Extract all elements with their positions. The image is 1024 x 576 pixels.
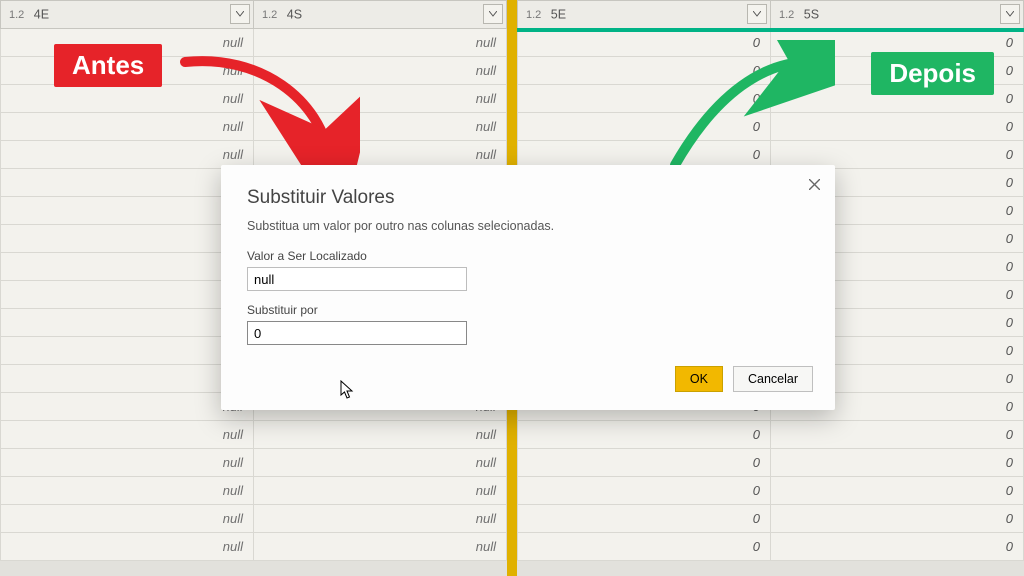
cell-value[interactable]: 0	[518, 85, 771, 113]
column-dropdown-button[interactable]	[1000, 4, 1020, 24]
cell-value[interactable]: 0	[771, 505, 1024, 533]
ok-button[interactable]: OK	[675, 366, 723, 392]
dialog-button-row: OK Cancelar	[675, 366, 813, 392]
cell-value[interactable]: 0	[518, 421, 771, 449]
cell-value[interactable]: null	[254, 477, 507, 505]
cell-value[interactable]: null	[254, 113, 507, 141]
column-header-5s[interactable]: 1.2 5S	[771, 1, 1024, 29]
after-label-badge: Depois	[871, 52, 994, 95]
column-dropdown-button[interactable]	[747, 4, 767, 24]
cell-value[interactable]: 0	[771, 421, 1024, 449]
cell-value[interactable]: null	[1, 477, 254, 505]
chevron-down-icon	[753, 11, 761, 17]
cell-value[interactable]: 0	[518, 57, 771, 85]
datatype-label: 1.2	[254, 9, 283, 21]
table-row[interactable]: nullnull	[1, 85, 507, 113]
find-label: Valor a Ser Localizado	[247, 249, 809, 263]
cell-value[interactable]: null	[1, 365, 254, 393]
find-input[interactable]	[247, 267, 467, 291]
cell-value[interactable]: 0	[518, 29, 771, 57]
table-row[interactable]: 00	[518, 477, 1024, 505]
dialog-close-button[interactable]	[803, 173, 825, 195]
cell-value[interactable]: null	[1, 505, 254, 533]
replace-values-dialog: Substituir Valores Substitua um valor po…	[221, 165, 835, 410]
dialog-subtitle: Substitua um valor por outro nas colunas…	[247, 219, 809, 233]
cell-value[interactable]: null	[1, 225, 254, 253]
column-name: 5S	[804, 8, 819, 22]
cell-value[interactable]: null	[1, 533, 254, 561]
close-icon	[809, 179, 820, 190]
cell-value[interactable]: null	[254, 421, 507, 449]
table-row[interactable]: nullnull	[1, 449, 507, 477]
cell-value[interactable]: 0	[518, 449, 771, 477]
cell-value[interactable]: null	[254, 57, 507, 85]
before-label-badge: Antes	[54, 44, 162, 87]
table-row[interactable]: 00	[518, 533, 1024, 561]
table-header-row: 1.2 4E 1.2 4S	[1, 1, 507, 29]
cell-value[interactable]: null	[1, 253, 254, 281]
cell-value[interactable]: 0	[771, 449, 1024, 477]
dialog-title: Substituir Valores	[247, 187, 809, 209]
mouse-cursor-icon	[340, 380, 356, 400]
replace-input[interactable]	[247, 321, 467, 345]
cell-value[interactable]: null	[254, 29, 507, 57]
cell-value[interactable]: null	[1, 309, 254, 337]
column-dropdown-button[interactable]	[230, 4, 250, 24]
chevron-down-icon	[236, 11, 244, 17]
cell-value[interactable]: 0	[771, 477, 1024, 505]
cell-value[interactable]: null	[254, 533, 507, 561]
column-header-4e[interactable]: 1.2 4E	[1, 1, 254, 29]
table-header-row: 1.2 5E 1.2 5S	[518, 1, 1024, 29]
column-dropdown-button[interactable]	[483, 4, 503, 24]
table-row[interactable]: 00	[518, 421, 1024, 449]
cell-value[interactable]: null	[1, 421, 254, 449]
selection-accent-bar	[517, 28, 1024, 32]
cell-value[interactable]: null	[254, 449, 507, 477]
table-row[interactable]: nullnull	[1, 533, 507, 561]
cell-value[interactable]: null	[1, 393, 254, 421]
table-row[interactable]: 00	[518, 449, 1024, 477]
cell-value[interactable]: null	[1, 197, 254, 225]
cancel-button[interactable]: Cancelar	[733, 366, 813, 392]
table-row[interactable]: nullnull	[1, 477, 507, 505]
cell-value[interactable]: null	[1, 337, 254, 365]
cell-value[interactable]: 0	[518, 505, 771, 533]
cell-value[interactable]: 0	[771, 533, 1024, 561]
chevron-down-icon	[489, 11, 497, 17]
datatype-label: 1.2	[771, 9, 800, 21]
replace-label: Substituir por	[247, 303, 809, 317]
column-header-5e[interactable]: 1.2 5E	[518, 1, 771, 29]
table-row[interactable]: nullnull	[1, 113, 507, 141]
cell-value[interactable]: 0	[518, 477, 771, 505]
cell-value[interactable]: null	[1, 141, 254, 169]
cell-value[interactable]: null	[1, 85, 254, 113]
cell-value[interactable]: null	[1, 281, 254, 309]
table-row[interactable]: 00	[518, 113, 1024, 141]
cell-value[interactable]: 0	[518, 113, 771, 141]
cell-value[interactable]: null	[254, 85, 507, 113]
cell-value[interactable]: null	[1, 113, 254, 141]
cell-value[interactable]: null	[1, 449, 254, 477]
cell-value[interactable]: null	[1, 169, 254, 197]
datatype-label: 1.2	[1, 9, 30, 21]
cell-value[interactable]: 0	[518, 533, 771, 561]
column-name: 4E	[34, 8, 49, 22]
column-name: 5E	[551, 8, 566, 22]
column-header-4s[interactable]: 1.2 4S	[254, 1, 507, 29]
table-row[interactable]: 00	[518, 505, 1024, 533]
cell-value[interactable]: 0	[771, 113, 1024, 141]
table-row[interactable]: nullnull	[1, 421, 507, 449]
cell-value[interactable]: null	[254, 505, 507, 533]
table-row[interactable]: nullnull	[1, 505, 507, 533]
datatype-label: 1.2	[518, 9, 547, 21]
column-name: 4S	[287, 8, 302, 22]
chevron-down-icon	[1006, 11, 1014, 17]
